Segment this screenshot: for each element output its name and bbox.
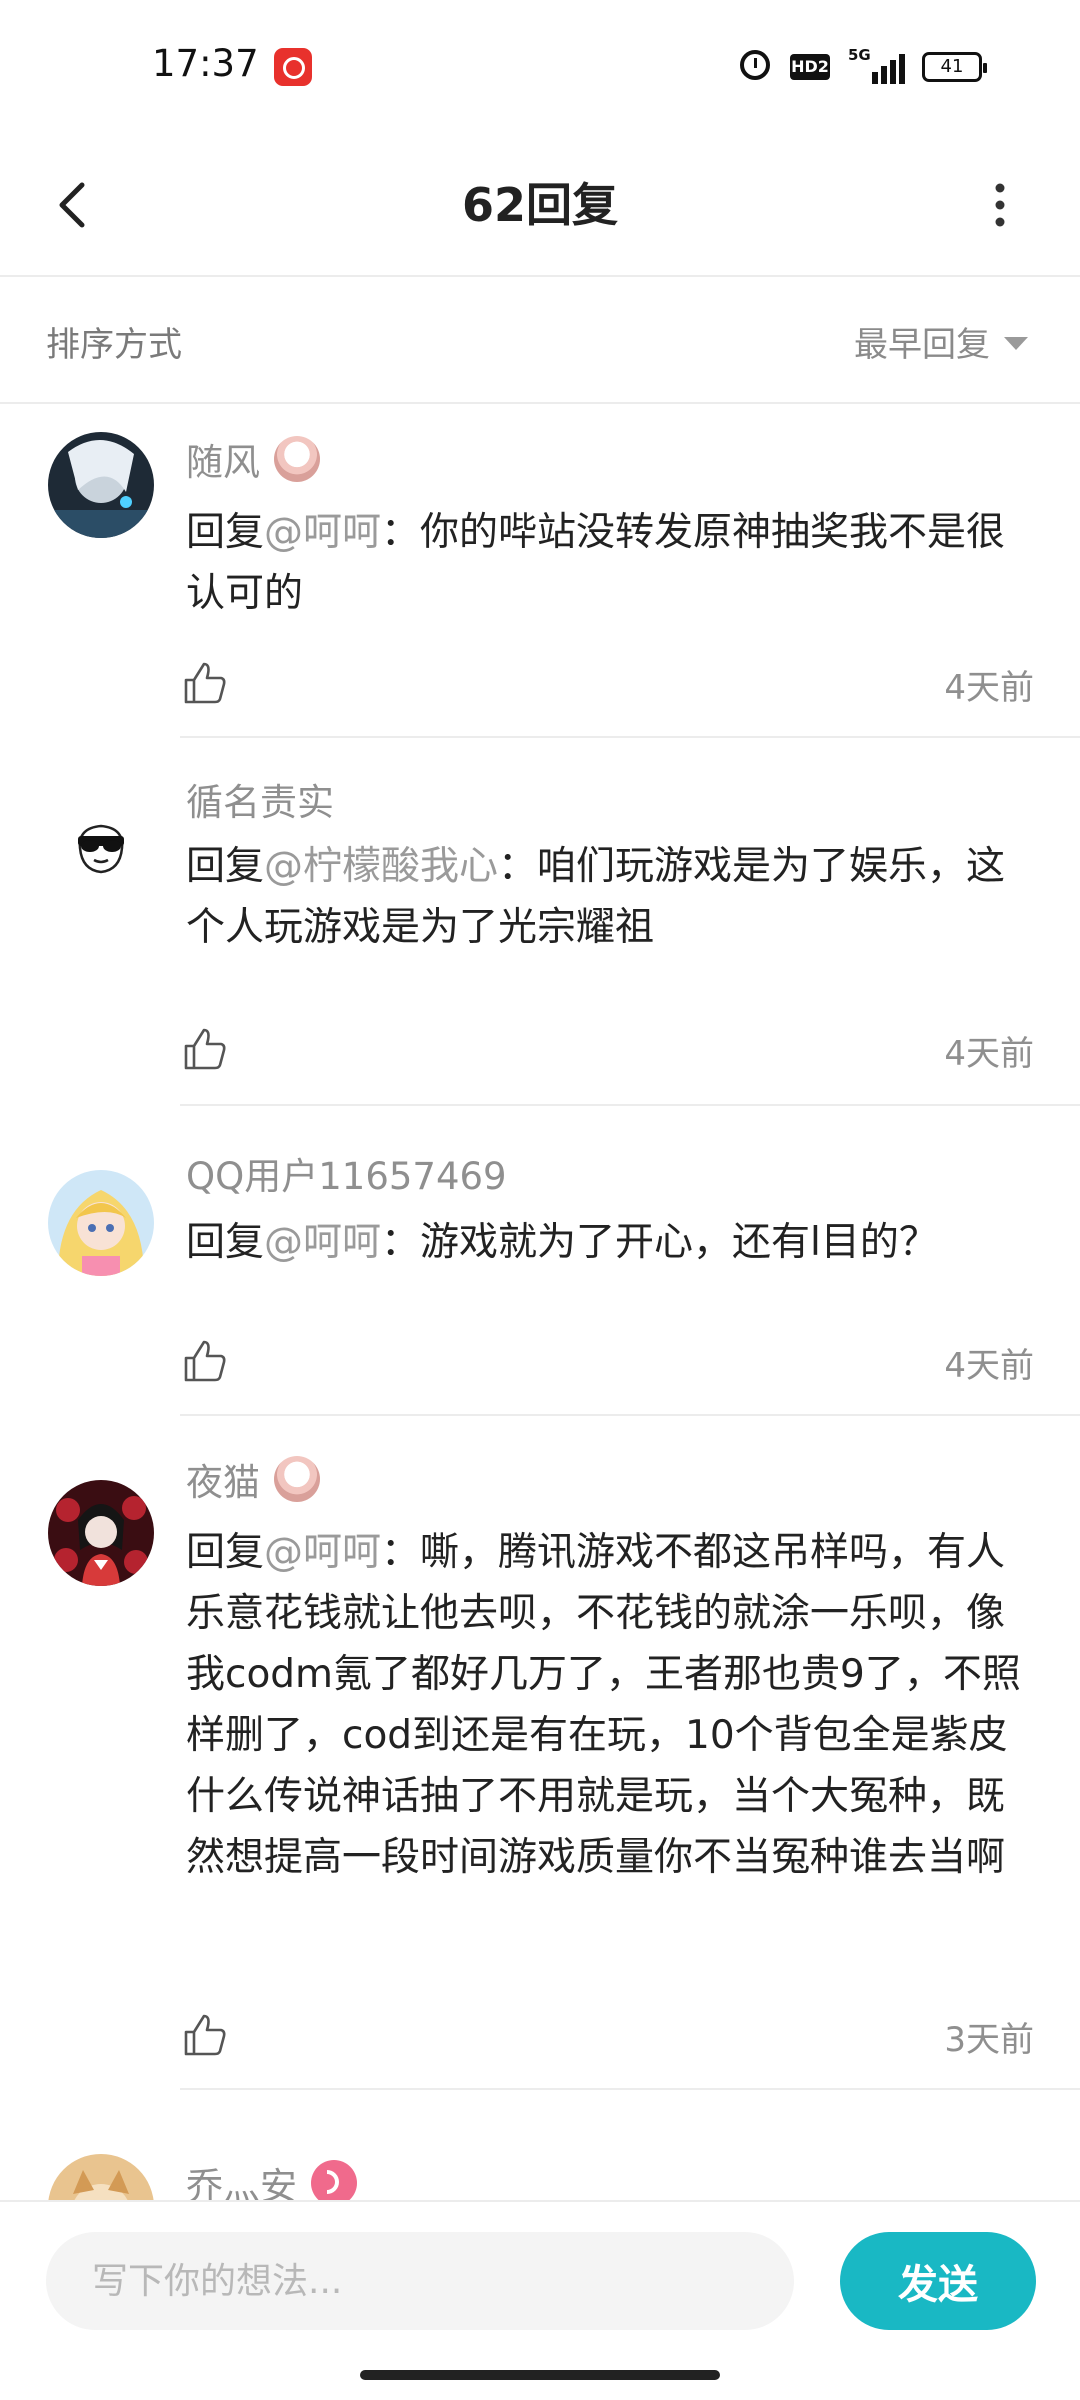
username-text: 循名责实 (186, 781, 334, 824)
pet-badge-icon (274, 436, 320, 482)
sort-dropdown[interactable]: 最早回复 (854, 317, 1028, 366)
network-type-label: 5G (848, 46, 871, 64)
home-indicator[interactable] (360, 2370, 720, 2380)
mention-link[interactable]: @柠檬酸我心 (264, 844, 498, 889)
comment-time: 4天前 (944, 1034, 1034, 1074)
level-badge-icon (311, 2160, 357, 2200)
like-icon[interactable] (182, 2012, 228, 2058)
mention-link[interactable]: @呵呵 (264, 1530, 381, 1575)
alarm-icon (740, 50, 770, 80)
comment-time: 4天前 (944, 668, 1034, 708)
avatar[interactable] (48, 432, 154, 538)
comment-item: 循名责实 回复@柠檬酸我心：咱们玩游戏是为了娱乐，这个人玩游戏是为了光宗耀祖 4… (0, 738, 1080, 1106)
reply-prefix: 回复 (186, 1530, 265, 1575)
top-app-bar: 62回复 (0, 135, 1080, 277)
battery-icon: 41 (922, 52, 987, 82)
like-icon[interactable] (182, 1338, 228, 1384)
sort-row: 排序方式 最早回复 (0, 277, 1080, 404)
like-icon[interactable] (182, 1026, 228, 1072)
signal-icon: 5G (848, 46, 905, 84)
more-options-icon[interactable] (980, 175, 1020, 235)
reply-prefix: 回复 (186, 844, 265, 889)
status-bar: 17:37 HD2 5G 41 (0, 0, 1080, 135)
comment-item: 随风 回复@呵呵：你的哔站没转发原神抽奖我不是很认可的 4天前 (0, 402, 1080, 738)
avatar[interactable] (48, 2154, 154, 2200)
comment-text: 回复@呵呵：嘶，腾讯游戏不都这吊样吗，有人乐意花钱就让他去呗，不花钱的就涂一乐呗… (186, 1522, 1036, 1888)
username-text: 乔灬安 (186, 2165, 297, 2200)
comment-item: QQ用户11657469 回复@呵呵：游戏就为了开心，还有l目的？ 4天前 (0, 1106, 1080, 1416)
hd-icon: HD2 (790, 54, 830, 80)
username-text: 夜猫 (186, 1461, 260, 1504)
username-text: 随风 (186, 441, 260, 484)
netease-music-icon (274, 48, 312, 86)
comment-item: 乔灬安 (0, 2090, 1080, 2200)
mention-link[interactable]: @呵呵 (264, 1220, 381, 1265)
sort-value-label: 最早回复 (854, 325, 990, 365)
comment-composer: 发送 (0, 2200, 1080, 2354)
comment-text: 回复@呵呵：游戏就为了开心，还有l目的？ (186, 1212, 1036, 1273)
comment-body: ：游戏就为了开心，还有l目的？ (381, 1220, 938, 1265)
username-text: QQ用户11657469 (186, 1155, 507, 1198)
comment-time: 4天前 (944, 1346, 1034, 1386)
username[interactable]: 循名责实 (186, 772, 334, 826)
avatar[interactable] (48, 1170, 154, 1276)
mention-link[interactable]: @呵呵 (264, 510, 381, 555)
comment-input[interactable] (46, 2232, 794, 2330)
username[interactable]: 夜猫 (186, 1452, 320, 1506)
comment-text: 回复@柠檬酸我心：咱们玩游戏是为了娱乐，这个人玩游戏是为了光宗耀祖 (186, 836, 1036, 958)
pet-badge-icon (274, 1456, 320, 1502)
comment-text: 回复@呵呵：你的哔站没转发原神抽奖我不是很认可的 (186, 502, 1036, 624)
username[interactable]: 乔灬安 (186, 2156, 357, 2200)
username[interactable]: 随风 (186, 432, 320, 486)
status-time: 17:37 (152, 42, 259, 85)
caret-down-icon (1004, 337, 1028, 350)
reply-prefix: 回复 (186, 1220, 265, 1265)
send-button[interactable]: 发送 (840, 2232, 1036, 2330)
comment-time: 3天前 (944, 2020, 1034, 2060)
reply-prefix: 回复 (186, 510, 265, 555)
avatar[interactable] (48, 1480, 154, 1586)
avatar[interactable] (48, 788, 154, 894)
like-icon[interactable] (182, 660, 228, 706)
comment-body: ：嘶，腾讯游戏不都这吊样吗，有人乐意花钱就让他去呗，不花钱的就涂一乐呗，像我co… (186, 1530, 1021, 1880)
sort-label: 排序方式 (46, 325, 182, 365)
page-title: 62回复 (461, 178, 618, 232)
comment-item: 夜猫 回复@呵呵：嘶，腾讯游戏不都这吊样吗，有人乐意花钱就让他去呗，不花钱的就涂… (0, 1416, 1080, 2090)
username[interactable]: QQ用户11657469 (186, 1146, 507, 1200)
